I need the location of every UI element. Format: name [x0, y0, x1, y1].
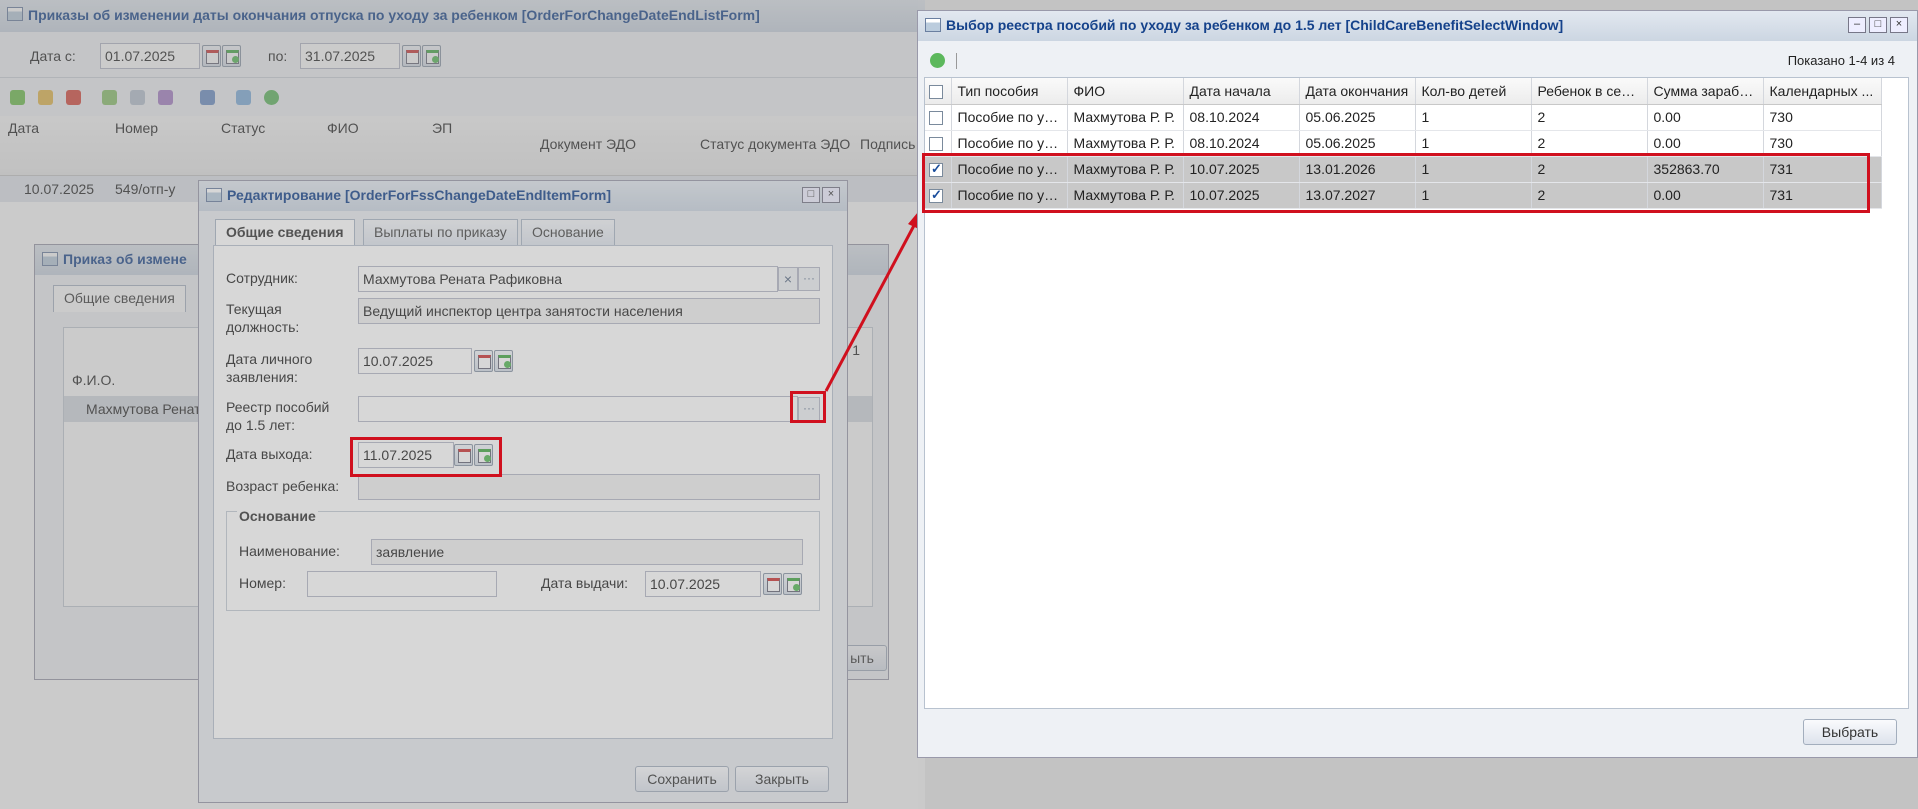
- cell-end-date: 05.06.2025: [1299, 104, 1416, 131]
- minimize-icon[interactable]: –: [1848, 17, 1866, 33]
- col-fio[interactable]: ФИО: [1067, 78, 1184, 105]
- cell-benefit-type: Пособие по ух...: [951, 104, 1068, 131]
- window-icon: [925, 18, 941, 32]
- select-window: Выбор реестра пособий по уходу за ребенк…: [917, 10, 1918, 758]
- col-end-date[interactable]: Дата окончания: [1299, 78, 1416, 105]
- col-benefit-type[interactable]: Тип пособия: [951, 78, 1068, 105]
- cell-earnings-sum: 0.00: [1647, 104, 1764, 131]
- cell-children-count: 1: [1415, 104, 1532, 131]
- row-checkbox[interactable]: [929, 111, 943, 126]
- row-checkbox[interactable]: [929, 137, 943, 152]
- shown-info: Показано 1-4 из 4: [1787, 53, 1895, 68]
- maximize-icon[interactable]: □: [1869, 17, 1887, 33]
- table-row[interactable]: Пособие по ух... Махмутова Р. Р. 08.10.202…: [925, 104, 1882, 131]
- select-all-cell[interactable]: [925, 78, 952, 105]
- row-checkbox-cell[interactable]: [925, 104, 952, 131]
- col-earnings-sum[interactable]: Сумма зарабо...: [1647, 78, 1764, 105]
- highlight-selected-rows: [922, 153, 1870, 213]
- cell-calendar-days: 730: [1763, 104, 1882, 131]
- col-child-in-family[interactable]: Ребенок в семье: [1531, 78, 1648, 105]
- refresh-icon[interactable]: [926, 49, 948, 71]
- col-start-date[interactable]: Дата начала: [1183, 78, 1300, 105]
- arrow-line: [824, 217, 920, 392]
- col-calendar-days[interactable]: Календарных ...: [1763, 78, 1882, 105]
- cell-child-in-family: 2: [1531, 104, 1648, 131]
- cell-fio: Махмутова Р. Р.: [1067, 104, 1184, 131]
- select-titlebar: Выбор реестра пособий по уходу за ребенк…: [918, 11, 1917, 41]
- select-title: Выбор реестра пособий по уходу за ребенк…: [946, 17, 1564, 33]
- select-button[interactable]: Выбрать: [1803, 719, 1897, 745]
- col-children-count[interactable]: Кол-во детей: [1415, 78, 1532, 105]
- toolbar-separator: [956, 53, 957, 69]
- table-header: Тип пособия ФИО Дата начала Дата окончан…: [925, 78, 1882, 105]
- close-icon[interactable]: ×: [1890, 17, 1908, 33]
- select-toolbar: Показано 1-4 из 4: [924, 45, 1909, 75]
- select-all-checkbox[interactable]: [929, 84, 943, 99]
- cell-start-date: 08.10.2024: [1183, 104, 1300, 131]
